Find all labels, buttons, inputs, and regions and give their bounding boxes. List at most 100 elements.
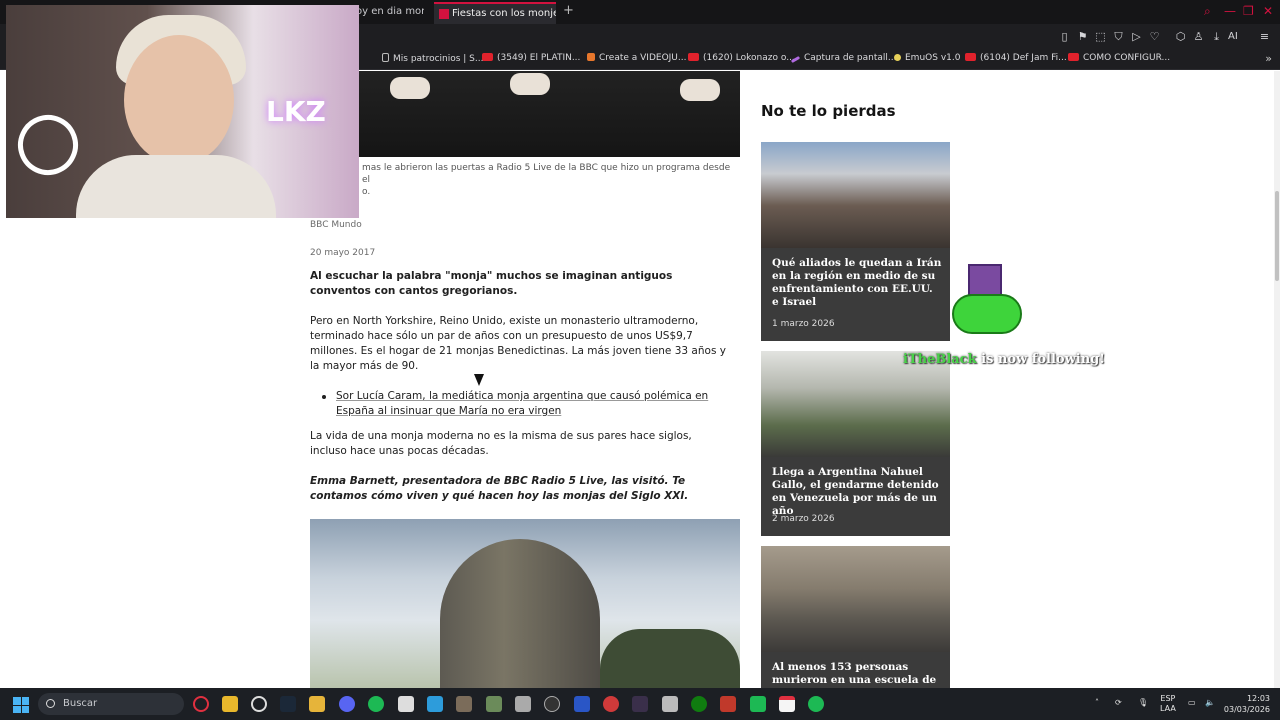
new-tab-button[interactable]: + bbox=[563, 3, 574, 18]
app-icon[interactable] bbox=[603, 696, 619, 712]
bitwarden-icon[interactable] bbox=[574, 696, 590, 712]
keyboard-layout: LAA bbox=[1160, 704, 1176, 713]
steam-icon[interactable] bbox=[280, 696, 296, 712]
card-date: 1 marzo 2026 bbox=[772, 319, 835, 329]
display-icon[interactable]: ▭ bbox=[1188, 698, 1196, 708]
ai-button[interactable]: AI bbox=[1228, 30, 1238, 43]
app-icon[interactable] bbox=[632, 696, 648, 712]
bookmark-item[interactable]: (1620) Lokonazo o... bbox=[688, 53, 795, 63]
chevron-up-icon[interactable]: ˄ bbox=[1095, 698, 1099, 708]
bullet-dot bbox=[322, 395, 326, 399]
tab-active[interactable]: Fiestas con los monjes e h bbox=[434, 2, 556, 24]
chevron-right-icon[interactable]: » bbox=[1265, 52, 1272, 65]
related-article-link[interactable]: Sor Lucía Caram, la mediática monja arge… bbox=[336, 389, 736, 419]
trees-shape bbox=[600, 629, 740, 688]
heart-icon[interactable]: ♡ bbox=[1148, 30, 1161, 43]
search-icon[interactable]: ⌕ bbox=[1204, 4, 1211, 19]
card-title: Al menos 153 personas murieron en una es… bbox=[772, 661, 937, 686]
bookmark-label: Captura de pantall... bbox=[804, 53, 897, 63]
spotify-icon[interactable] bbox=[368, 696, 384, 712]
page-scrollbar[interactable] bbox=[1274, 71, 1280, 688]
file-explorer-icon[interactable] bbox=[222, 696, 238, 712]
screenshot-icon[interactable]: ⬚ bbox=[1094, 30, 1107, 43]
notepad-icon[interactable] bbox=[427, 696, 443, 712]
discord-icon[interactable] bbox=[339, 696, 355, 712]
taskbar-search[interactable]: Buscar bbox=[38, 693, 184, 715]
tab-inactive[interactable]: oy en dia monjas bbox=[356, 2, 424, 24]
car-icon[interactable] bbox=[515, 696, 531, 712]
bookmark-item[interactable]: Create a VIDEOJU... bbox=[587, 53, 686, 63]
article-image bbox=[310, 519, 740, 688]
app-icon[interactable] bbox=[750, 696, 766, 712]
sidebar-card[interactable]: Llega a Argentina Nahuel Gallo, el genda… bbox=[761, 351, 950, 536]
sync-icon[interactable]: ⟳ bbox=[1115, 698, 1122, 708]
profile-icon[interactable]: ♙ bbox=[1192, 30, 1205, 43]
card-title: Qué aliados le quedan a Irán en la regió… bbox=[772, 257, 942, 308]
maximize-icon[interactable]: ❐ bbox=[1243, 4, 1254, 18]
youtube-icon bbox=[1068, 53, 1079, 61]
bookmark-label: EmuOS v1.0 bbox=[905, 53, 961, 63]
windows-start-icon[interactable] bbox=[13, 697, 29, 713]
xbox-icon[interactable] bbox=[691, 696, 707, 712]
bookmark-item[interactable]: EmuOS v1.0 bbox=[894, 53, 960, 63]
shield-icon[interactable]: ⛉ bbox=[1112, 30, 1125, 43]
close-icon[interactable]: ✕ bbox=[1263, 4, 1273, 18]
article-hero-image bbox=[310, 71, 740, 157]
bookmark-item[interactable]: Mis patrocinios | S... bbox=[382, 53, 483, 64]
bookmark-label: Create a VIDEOJU... bbox=[599, 53, 687, 63]
extensions-icon[interactable]: ⬡ bbox=[1174, 30, 1187, 43]
monastery-shape bbox=[440, 539, 600, 688]
caption-line: o. bbox=[362, 187, 371, 197]
minimize-icon[interactable]: — bbox=[1224, 4, 1236, 18]
webcam-overlay: LKZ bbox=[6, 5, 359, 218]
obs-icon[interactable] bbox=[251, 696, 267, 712]
sidebar-card[interactable]: Qué aliados le quedan a Irán en la regió… bbox=[761, 142, 950, 341]
youtube-icon bbox=[482, 53, 493, 61]
app-icon[interactable] bbox=[398, 696, 414, 712]
clock-time: 12:03 bbox=[1246, 694, 1270, 703]
bookmark-label: (1620) Lokonazo o... bbox=[703, 53, 795, 63]
article-source: BBC Mundo bbox=[310, 220, 362, 230]
bookmark-item[interactable]: (3549) El PLATIN... bbox=[482, 53, 580, 63]
sidebar-icon[interactable]: ▯ bbox=[1058, 30, 1071, 43]
pen-icon bbox=[790, 55, 801, 64]
mouse-cursor-icon bbox=[474, 374, 484, 386]
shirt-shape bbox=[76, 155, 276, 218]
volume-icon[interactable]: 🔈 bbox=[1205, 698, 1215, 708]
game-icon[interactable] bbox=[720, 696, 736, 712]
search-icon bbox=[46, 699, 55, 708]
bookmark-item[interactable]: Captura de pantall... bbox=[790, 53, 897, 64]
scrollbar-thumb[interactable] bbox=[1275, 191, 1279, 281]
slime-shape bbox=[952, 294, 1022, 334]
app-icon[interactable] bbox=[544, 696, 560, 712]
taskbar: Buscar ˄ ⟳ 🎙 ESP LAA ▭ 🔈 12:03 03/03/2026 bbox=[0, 688, 1280, 720]
youtube-icon bbox=[688, 53, 699, 61]
card-image bbox=[761, 546, 950, 652]
article-date: 20 mayo 2017 bbox=[310, 248, 376, 258]
emulator-icon bbox=[894, 54, 901, 61]
menu-icon[interactable]: ≡ bbox=[1258, 30, 1271, 43]
article-paragraph: Pero en North Yorkshire, Reino Unido, ex… bbox=[310, 315, 726, 372]
bookmark-label: Mis patrocinios | S... bbox=[393, 54, 484, 64]
microphone-icon[interactable]: 🎙 bbox=[1138, 698, 1148, 708]
download-icon[interactable]: ⤓ bbox=[1210, 30, 1223, 43]
opera-icon[interactable] bbox=[193, 696, 209, 712]
spotify-icon[interactable] bbox=[808, 696, 824, 712]
system-clock[interactable]: 12:03 03/03/2026 bbox=[1224, 693, 1270, 715]
game-icon[interactable] bbox=[486, 696, 502, 712]
game-icon[interactable] bbox=[456, 696, 472, 712]
bookmark-item[interactable]: (6104) Def Jam Fi... bbox=[965, 53, 1067, 63]
clock-date: 03/03/2026 bbox=[1223, 705, 1270, 714]
app-icon[interactable] bbox=[662, 696, 678, 712]
hands-shape bbox=[390, 77, 430, 99]
folder-icon bbox=[587, 53, 595, 61]
play-icon[interactable]: ▷ bbox=[1130, 30, 1143, 43]
language-indicator[interactable]: ESP LAA bbox=[1160, 694, 1176, 714]
sidebar-card[interactable]: Al menos 153 personas murieron en una es… bbox=[761, 546, 950, 688]
app-icon[interactable] bbox=[309, 696, 325, 712]
bookmark-label: (6104) Def Jam Fi... bbox=[980, 53, 1067, 63]
bookmark-icon[interactable]: ⚑ bbox=[1076, 30, 1089, 43]
article-paragraph: Emma Barnett, presentadora de BBC Radio … bbox=[310, 475, 689, 502]
bookmark-item[interactable]: COMO CONFIGUR... bbox=[1068, 53, 1170, 63]
app-icon[interactable] bbox=[779, 696, 795, 712]
